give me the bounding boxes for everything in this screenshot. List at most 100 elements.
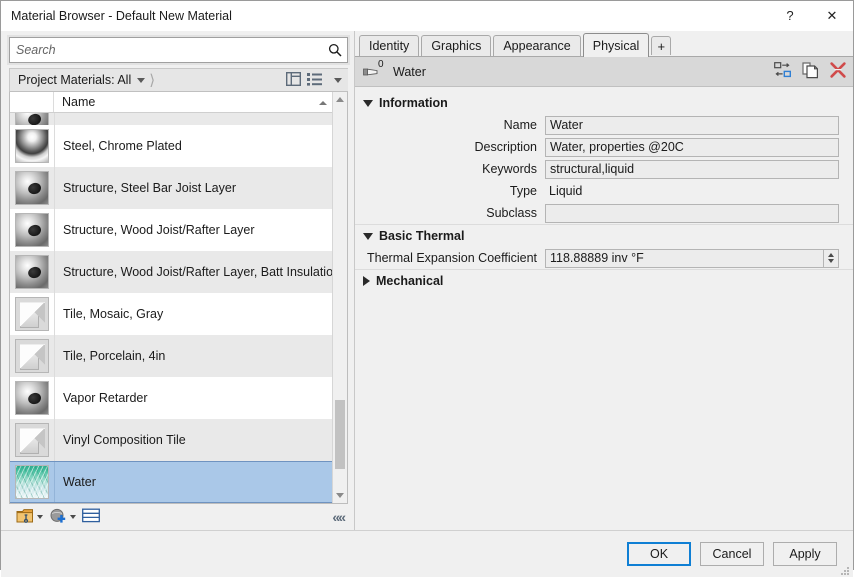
property-row: Description Water, properties @20C (355, 136, 853, 158)
material-thumbnail-cell (10, 251, 54, 293)
search-input[interactable] (10, 43, 323, 57)
caret-down-icon[interactable] (70, 515, 76, 519)
filter-label[interactable]: Project Materials: All (10, 73, 131, 87)
add-tab-button[interactable]: + (651, 36, 672, 55)
triangle-down-icon (363, 232, 373, 240)
library-filter-bar: Project Materials: All ⟩ (9, 68, 348, 92)
apply-button[interactable]: Apply (773, 542, 837, 566)
collapse-panel-button[interactable]: «« (332, 509, 346, 525)
replace-asset-icon[interactable] (774, 62, 792, 81)
close-button[interactable]: ✕ (811, 1, 853, 30)
spinner-down-icon[interactable] (828, 259, 834, 263)
material-thumbnail-sphere-icon (15, 213, 49, 247)
material-thumbnail-sphere-icon (15, 381, 49, 415)
material-list-item[interactable]: Vinyl Composition Tile (10, 419, 332, 461)
triangle-down-icon (363, 99, 373, 107)
section-header-mechanical[interactable]: Mechanical (355, 269, 853, 292)
material-list-item[interactable]: Structure, Wood Joist/Rafter Layer, Batt… (10, 251, 332, 293)
cancel-button[interactable]: Cancel (700, 542, 764, 566)
caret-down-icon[interactable] (334, 77, 342, 83)
scroll-up-button[interactable] (333, 92, 347, 107)
material-list-item[interactable]: Structure, Wood Joist/Rafter Layer (10, 209, 332, 251)
list-header: Name (10, 92, 332, 113)
panel-layout-icon[interactable] (285, 71, 302, 89)
material-list-item[interactable]: Structure, Steel Bar Joist Layer (10, 167, 332, 209)
dialog-body: Project Materials: All ⟩ (1, 31, 853, 530)
material-browser-dialog: Material Browser - Default New Material … (0, 0, 854, 577)
material-list-item[interactable] (10, 113, 332, 125)
spinner-stepper[interactable] (824, 248, 839, 268)
property-label: Description (474, 140, 537, 154)
new-asset-button[interactable] (46, 506, 79, 528)
delete-asset-icon[interactable] (829, 61, 847, 82)
show-asset-browser-button[interactable] (79, 506, 103, 528)
property-row: Name Water (355, 114, 853, 136)
material-thumbnail-cell (10, 167, 54, 209)
property-input[interactable]: structural,liquid (545, 159, 839, 179)
browser-bottom-toolbar: «« (9, 504, 348, 530)
property-input[interactable]: 118.88889 inv °F (545, 248, 824, 268)
material-list-item[interactable]: Tile, Mosaic, Gray (10, 293, 332, 335)
duplicate-asset-icon[interactable] (802, 61, 819, 82)
material-library-button[interactable] (13, 506, 46, 528)
chevron-down-icon (336, 493, 344, 498)
scroll-down-button[interactable] (333, 488, 347, 503)
asset-count-superscript: 0 (378, 58, 384, 70)
tab-identity[interactable]: Identity (359, 35, 420, 56)
section-header-basic-thermal[interactable]: Basic Thermal (355, 224, 853, 247)
property-row: Thermal Expansion Coefficient 118.88889 i… (355, 247, 853, 269)
help-button[interactable]: ? (769, 1, 811, 30)
material-thumbnail-cell (10, 125, 54, 167)
material-thumbnail-cube-icon (15, 423, 49, 457)
material-name-label: Vapor Retarder (54, 377, 332, 419)
material-thumbnail-cell (10, 335, 54, 377)
material-list-body[interactable]: Steel, Chrome Plated Structure, Steel Bar… (10, 113, 332, 503)
title-bar: Material Browser - Default New Material … (1, 1, 853, 31)
material-name-label: Vinyl Composition Tile (54, 419, 332, 461)
section-title: Basic Thermal (379, 229, 465, 243)
property-label: Thermal Expansion Coefficient (367, 251, 537, 265)
name-column-header[interactable]: Name (54, 95, 95, 109)
property-input[interactable] (545, 203, 839, 223)
material-list-scrollbar[interactable] (332, 92, 347, 503)
asset-tool-buttons (774, 61, 847, 82)
ok-button[interactable]: OK (627, 542, 691, 566)
collapse-chevrons-icon: «« (332, 509, 346, 525)
close-icon: ✕ (826, 7, 838, 23)
section-header-information[interactable]: Information (355, 92, 853, 114)
view-options (285, 71, 348, 89)
window-title: Material Browser - Default New Material (11, 9, 232, 23)
scrollbar-thumb[interactable] (335, 400, 345, 469)
material-list-item[interactable]: Vapor Retarder (10, 377, 332, 419)
property-sections: Information Name Water Description Water, pr… (355, 87, 853, 530)
ok-button-label: OK (649, 547, 669, 561)
tab-appearance[interactable]: Appearance (493, 35, 581, 56)
material-list-item[interactable]: Tile, Porcelain, 4in (10, 335, 332, 377)
scrollbar-track[interactable] (333, 107, 347, 488)
material-name-label: Water (54, 462, 332, 502)
property-static-value: Liquid (549, 184, 583, 198)
tab-physical[interactable]: Physical (582, 33, 650, 57)
material-name-label: Tile, Mosaic, Gray (54, 293, 332, 335)
material-list-item[interactable]: Steel, Chrome Plated (10, 125, 332, 167)
property-row: Subclass (355, 202, 853, 224)
caret-down-icon[interactable] (137, 77, 146, 83)
chevron-right-icon: ⟩ (149, 71, 156, 89)
material-thumbnail-cube-icon (15, 297, 49, 331)
material-name-label: Tile, Porcelain, 4in (54, 335, 332, 377)
material-list-item-selected[interactable]: Water (10, 461, 332, 503)
search-icon[interactable] (323, 43, 347, 57)
resize-grip-icon[interactable] (840, 565, 850, 575)
property-input[interactable]: Water, properties @20C (545, 137, 839, 157)
property-input[interactable]: Water (545, 115, 839, 135)
search-box[interactable] (9, 37, 348, 63)
tab-graphics[interactable]: Graphics (421, 35, 492, 56)
list-view-icon[interactable] (307, 72, 322, 89)
asset-header-bar: 0 Water (355, 57, 853, 87)
material-thumbnail-sphere-icon (15, 113, 49, 125)
caret-down-icon[interactable] (37, 515, 43, 519)
material-browser-panel: Project Materials: All ⟩ (1, 31, 354, 530)
asset-name-label: Water (393, 64, 426, 79)
material-name-label: Steel, Chrome Plated (54, 125, 332, 167)
spinner-up-icon[interactable] (828, 253, 834, 257)
